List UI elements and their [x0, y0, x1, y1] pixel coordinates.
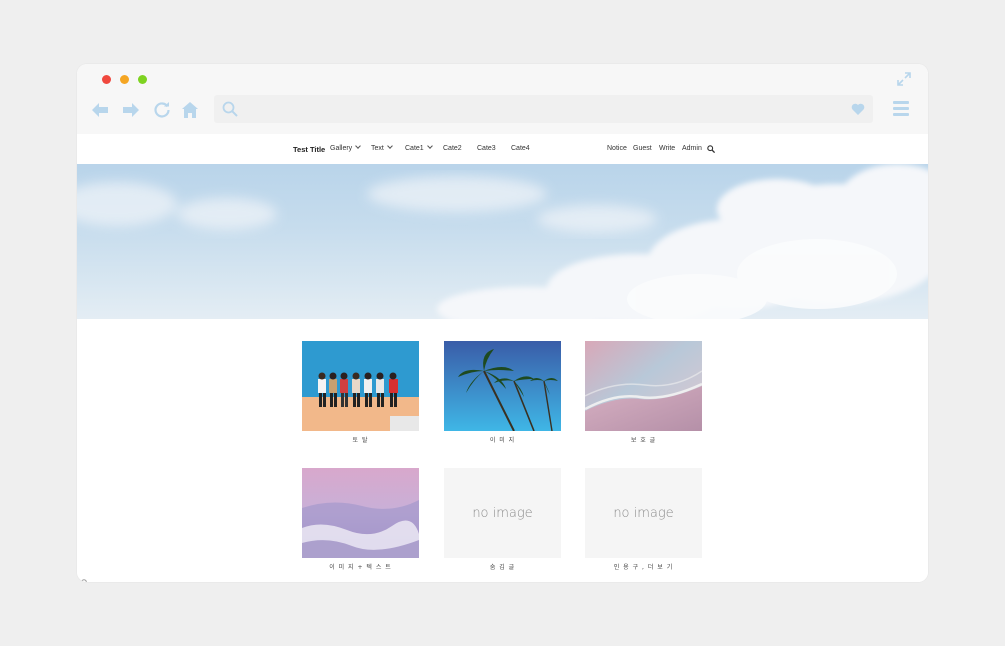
nav-item-gallery[interactable]: Gallery — [330, 143, 362, 152]
settings-icon[interactable] — [81, 572, 87, 582]
gallery-card[interactable]: no image 인 용 구 , 더 보 기 — [585, 468, 702, 571]
home-icon[interactable] — [181, 101, 199, 119]
gallery-card[interactable]: 보 호 글 — [585, 341, 702, 444]
heart-icon[interactable] — [851, 102, 865, 116]
reload-icon[interactable] — [153, 101, 171, 119]
beach-waves-thumbnail — [585, 341, 702, 431]
nav-item-text[interactable]: Text — [371, 143, 393, 152]
nav-item-cate1[interactable]: Cate1 — [405, 143, 433, 152]
gallery-card[interactable]: 이 미 지 + 텍 스 트 — [302, 468, 419, 571]
nav-item-label: Cate1 — [405, 145, 424, 152]
back-arrow-icon[interactable] — [91, 101, 109, 119]
nav-item-cate4[interactable]: Cate4 — [511, 145, 530, 152]
nav-item-label: Gallery — [330, 145, 353, 152]
menu-hamburger-icon[interactable] — [893, 101, 909, 117]
nav-item-cate3[interactable]: Cate3 — [477, 145, 496, 152]
clouds-pink-sky-thumbnail — [302, 468, 419, 558]
gallery-caption: 이 미 지 + 텍 스 트 — [329, 564, 392, 571]
address-input[interactable] — [246, 95, 826, 123]
nav-item-cate2[interactable]: Cate2 — [443, 145, 462, 152]
search-icon — [222, 101, 238, 117]
nav-item-write[interactable]: Write — [659, 145, 675, 152]
site-title[interactable]: Test Title — [293, 145, 325, 154]
maximize-window-dot[interactable] — [138, 75, 147, 84]
browser-window: Test Title Gallery Text Cate1 Cate2 Cate… — [77, 64, 928, 582]
gallery-card[interactable]: no image 숨 김 글 — [444, 468, 561, 571]
search-icon[interactable] — [707, 145, 716, 154]
nav-item-admin[interactable]: Admin — [682, 145, 702, 152]
gallery-caption: 토 탈 — [352, 437, 369, 444]
gallery-caption: 이 미 지 — [489, 437, 516, 444]
site-navigation: Test Title Gallery Text Cate1 Cate2 Cate… — [77, 134, 928, 164]
no-image-placeholder: no image — [585, 468, 702, 558]
browser-chrome — [77, 64, 928, 134]
gallery-card[interactable]: 토 탈 — [302, 341, 419, 444]
gallery-card[interactable]: 이 미 지 — [444, 341, 561, 444]
chevron-down-icon — [426, 143, 433, 149]
gallery-caption: 숨 김 글 — [489, 564, 516, 571]
forward-arrow-icon[interactable] — [122, 101, 140, 119]
gallery-grid: 토 탈 이 미 지 보 호 글 이 미 지 + 텍 스 트 no image 숨… — [77, 319, 928, 582]
chevron-down-icon — [355, 143, 362, 149]
nav-item-notice[interactable]: Notice — [607, 145, 627, 152]
minimize-window-dot[interactable] — [120, 75, 129, 84]
gallery-caption: 보 호 글 — [630, 437, 657, 444]
palm-trees-thumbnail — [444, 341, 561, 431]
nav-item-label: Text — [371, 145, 384, 152]
gallery-caption: 인 용 구 , 더 보 기 — [613, 564, 674, 571]
fullscreen-expand-icon[interactable] — [897, 72, 911, 86]
hero-sky-banner — [77, 164, 928, 319]
nav-item-guest[interactable]: Guest — [633, 145, 652, 152]
address-bar[interactable] — [214, 95, 873, 123]
group-photo-thumbnail — [302, 341, 419, 431]
no-image-placeholder: no image — [444, 468, 561, 558]
chevron-down-icon — [387, 143, 393, 149]
close-window-dot[interactable] — [102, 75, 111, 84]
